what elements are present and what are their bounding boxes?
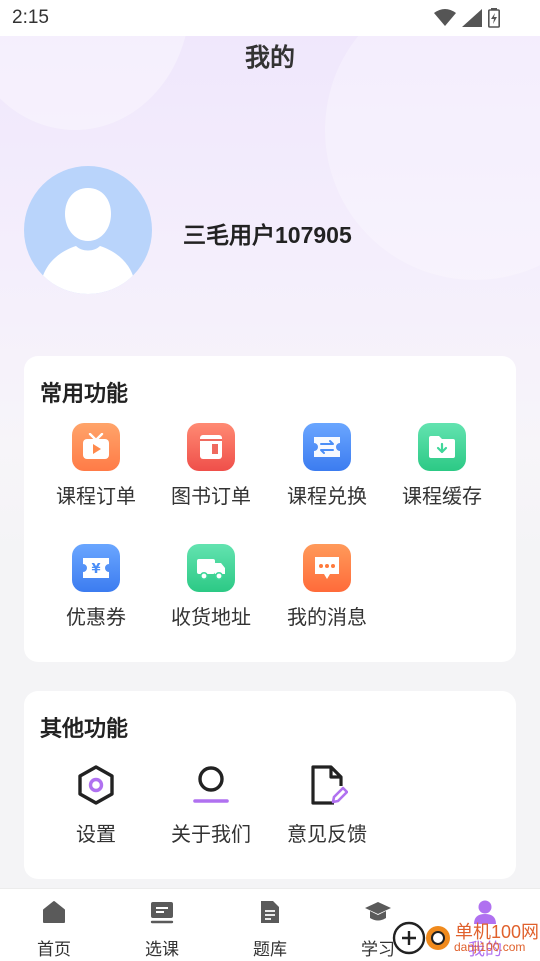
other-functions-card: 其他功能 设置 关于我们 意见反馈	[24, 691, 516, 879]
shipping-address-button[interactable]: 收货地址	[156, 544, 266, 630]
item-label: 设置	[76, 824, 116, 846]
item-label: 优惠券	[66, 607, 126, 629]
item-label: 课程兑换	[287, 486, 367, 508]
status-time: 2:15	[12, 7, 49, 28]
nav-course-selection[interactable]: 选课	[117, 899, 207, 960]
item-label: 意见反馈	[287, 824, 367, 846]
graduation-cap-icon	[365, 902, 391, 921]
settings-button[interactable]: 设置	[41, 761, 151, 847]
question-bank-icon	[261, 901, 279, 923]
nav-label: 题库	[253, 940, 287, 959]
item-label: 收货地址	[171, 607, 251, 629]
watermark-logo-icon	[392, 921, 450, 955]
download-folder-icon	[418, 423, 466, 471]
nav-home[interactable]: 首页	[9, 899, 99, 960]
wifi-icon	[434, 9, 456, 26]
nav-label: 首页	[37, 940, 71, 959]
default-avatar-icon	[40, 188, 136, 294]
course-orders-button[interactable]: 课程订单	[41, 423, 151, 509]
svg-text:¥: ¥	[91, 562, 100, 577]
course-cache-button[interactable]: 课程缓存	[387, 423, 497, 509]
feedback-button[interactable]: 意见反馈	[272, 761, 382, 847]
username[interactable]: 三毛用户107905	[183, 216, 352, 250]
course-exchange-button[interactable]: 课程兑换	[272, 423, 382, 509]
book-icon	[187, 423, 235, 471]
my-messages-button[interactable]: 我的消息	[272, 544, 382, 630]
message-icon	[303, 544, 351, 592]
watermark: 单机100网 danji100.com	[392, 912, 540, 960]
card-title: 其他功能	[40, 716, 129, 741]
status-bar: 2:15	[0, 0, 540, 36]
battery-icon	[488, 8, 500, 28]
exchange-ticket-icon	[303, 423, 351, 471]
delivery-truck-icon	[187, 544, 235, 592]
item-label: 课程缓存	[402, 486, 482, 508]
about-us-icon	[187, 761, 235, 809]
nav-label: 选课	[145, 940, 179, 959]
item-label: 课程订单	[56, 486, 136, 508]
home-icon	[43, 901, 65, 923]
item-label: 关于我们	[171, 824, 251, 846]
about-us-button[interactable]: 关于我们	[156, 761, 266, 847]
tv-icon	[72, 423, 120, 471]
nav-question-bank[interactable]: 题库	[225, 899, 315, 960]
book-orders-button[interactable]: 图书订单	[156, 423, 266, 509]
watermark-subtext: danji100.com	[454, 940, 526, 954]
course-list-icon	[150, 902, 174, 924]
avatar[interactable]	[24, 166, 152, 294]
common-functions-card: 常用功能 课程订单 图书订单 课程兑换 课程缓存 ¥ 优惠券 收货地址 我的消息	[24, 356, 516, 662]
feedback-icon	[303, 761, 351, 809]
settings-icon	[72, 761, 120, 809]
item-label: 图书订单	[171, 486, 251, 508]
card-title: 常用功能	[40, 381, 129, 406]
page-title: 我的	[244, 44, 295, 72]
signal-icon	[462, 9, 482, 27]
coupons-button[interactable]: ¥ 优惠券	[41, 544, 151, 630]
coupon-icon: ¥	[72, 544, 120, 592]
item-label: 我的消息	[287, 607, 367, 629]
